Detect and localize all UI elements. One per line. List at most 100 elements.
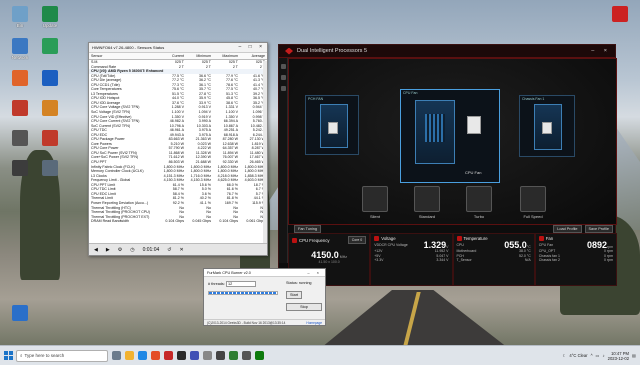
col-maximum[interactable]: Maximum xyxy=(213,54,240,59)
sensor-name: DRAM Read Bandwidth xyxy=(91,219,129,224)
hwinfo-toolbar: ◀ ▶ ⚙ ◷ 0:01:04 ↺ ✕ xyxy=(89,243,267,255)
app-icon[interactable] xyxy=(242,351,251,360)
volume-icon[interactable]: ♪ xyxy=(603,353,605,358)
desktop-icon[interactable] xyxy=(30,160,70,177)
homepage-link[interactable]: Homepage xyxy=(306,321,322,325)
reset-icon[interactable]: ↺ xyxy=(167,247,171,253)
kv-label: Chassis fan 2 xyxy=(538,257,560,262)
turbo-mode-icon xyxy=(466,186,492,212)
mode-full-speed[interactable]: Full Speed xyxy=(515,186,551,219)
fan-tuning-button[interactable]: Fan Tuning xyxy=(294,225,321,233)
close-sensors-icon[interactable]: ✕ xyxy=(179,247,183,253)
desktop-icon[interactable] xyxy=(600,6,640,22)
taskbar-search[interactable]: ⌕ Type here to search xyxy=(16,349,108,362)
clock[interactable]: 10:47 PM 2023-12-02 xyxy=(608,351,629,361)
fan-card-pch[interactable]: PCH FAN xyxy=(305,95,359,155)
app-icon xyxy=(42,6,58,22)
status-row: Status: running xyxy=(286,281,312,285)
dip5-title: Dual Intelligent Processors 5 xyxy=(297,48,368,54)
elapsed-time: 0:01:04 xyxy=(142,246,160,253)
desktop-icon[interactable]: Update xyxy=(30,6,70,28)
save-profile-button[interactable]: Save Profile xyxy=(584,225,613,233)
desktop-icon[interactable] xyxy=(30,130,70,147)
col-minimum[interactable]: Minimum xyxy=(186,54,213,59)
core-select[interactable]: Core 0 xyxy=(347,236,367,244)
app-icon xyxy=(42,100,58,116)
notifications-icon[interactable]: ▤ xyxy=(632,353,636,358)
hwinfo-titlebar[interactable]: HWiNFO64 v7.26-4800 - Sensors Status – □… xyxy=(89,43,267,53)
system-tray: ☾ 4°C Clear ^ ▭ ♪ 10:47 PM 2023-12-02 ▤ xyxy=(563,351,640,361)
col-sensor[interactable]: Sensor xyxy=(89,54,159,59)
desktop-icon[interactable] xyxy=(30,70,70,87)
app-icon xyxy=(12,100,28,116)
hwinfo-scrollbar[interactable] xyxy=(263,61,267,243)
mode-label: Turbo xyxy=(473,214,485,219)
taskbar: ⌕ Type here to search ☾ 4°C Clear ^ ▭ ♪ … xyxy=(0,345,640,365)
hwinfo-sensor-list[interactable]: S.M. 025 T 025 T 025 T 025 T Command Rate 2 T2… xyxy=(89,60,267,224)
firefox-icon[interactable] xyxy=(151,351,160,360)
kv-label: T_Sensor xyxy=(456,257,472,262)
desktop-icon[interactable] xyxy=(30,38,70,55)
desktop-icon[interactable] xyxy=(30,100,70,117)
burner-progress-bar xyxy=(208,291,278,295)
panel-title: Fan xyxy=(545,236,554,241)
status-value: running xyxy=(298,281,312,285)
stop-button[interactable]: Stop xyxy=(286,303,322,311)
app-icon xyxy=(12,130,28,146)
app-icon xyxy=(42,130,58,146)
silent-mode-icon xyxy=(362,186,388,212)
sensor-value: 0.104 Gbps xyxy=(165,219,184,224)
app-icon[interactable] xyxy=(164,351,173,360)
desktop-icon[interactable] xyxy=(0,305,40,322)
weather-text[interactable]: 4°C Clear xyxy=(569,353,587,358)
window-controls[interactable]: – × xyxy=(307,270,322,275)
file-explorer-icon[interactable] xyxy=(125,351,134,360)
hwinfo-window[interactable]: HWiNFO64 v7.26-4800 - Sensors Status – □… xyxy=(88,42,268,256)
network-icon[interactable]: ▭ xyxy=(596,353,600,358)
app-icon xyxy=(612,6,628,22)
burner-titlebar[interactable]: FurMark CPU Burner v2.0 – × xyxy=(204,269,325,277)
col-current[interactable]: Current xyxy=(159,54,186,59)
task-view-icon[interactable] xyxy=(112,351,121,360)
edge-icon[interactable] xyxy=(138,351,147,360)
start-button[interactable] xyxy=(4,351,13,360)
app-icon xyxy=(42,70,58,86)
nav-forward-icon[interactable]: ▶ xyxy=(106,247,110,253)
mode-silent[interactable]: Silent xyxy=(357,186,393,219)
cpu-burner-window[interactable]: FurMark CPU Burner v2.0 – × # threads: 1… xyxy=(203,268,326,326)
app-icon[interactable] xyxy=(216,351,225,360)
tray-overflow-icon[interactable]: ^ xyxy=(591,353,593,358)
mode-turbo[interactable]: Turbo xyxy=(461,186,497,219)
mode-label: Silent xyxy=(369,214,380,219)
dip5-titlebar[interactable]: Dual Intelligent Processors 5 – × xyxy=(279,45,615,58)
load-profile-button[interactable]: Load Profile xyxy=(553,225,582,233)
dip5-window[interactable]: Dual Intelligent Processors 5 – × PCH FA… xyxy=(278,44,617,286)
app-icon xyxy=(12,160,28,176)
app-icon[interactable] xyxy=(255,351,264,360)
mode-standard[interactable]: Standard xyxy=(409,186,445,219)
sensor-settings-icon[interactable]: ⚙ xyxy=(118,247,122,253)
sensor-row[interactable]: DRAM Read Bandwidth 0.104 Gbps 0.045 Gbps 0… xyxy=(89,219,267,224)
panel-temperature: Temperature CPU 055.0°C Motherboard 38.0 °… xyxy=(452,233,535,286)
window-controls[interactable]: – × xyxy=(591,48,611,54)
sidebar-settings-icon[interactable] xyxy=(281,75,286,80)
col-average[interactable]: Average xyxy=(240,54,267,59)
chip-icon xyxy=(328,122,338,134)
start-button[interactable]: Start xyxy=(286,291,303,299)
kv-value: N/A xyxy=(524,257,531,262)
sidebar-info-icon[interactable] xyxy=(281,86,286,91)
threads-input[interactable]: 12 xyxy=(225,281,256,287)
burner-footer: (C)2013-2014 Geeks3D - Build Nov 16 2013… xyxy=(204,319,325,325)
app-icon[interactable] xyxy=(229,351,238,360)
window-controls[interactable]: – □ × xyxy=(239,44,266,50)
sidebar-home-icon[interactable] xyxy=(281,64,286,69)
app-icon[interactable] xyxy=(190,351,199,360)
app-icon[interactable] xyxy=(203,351,212,360)
nav-back-icon[interactable]: ◀ xyxy=(94,247,98,253)
fan-card-cpu[interactable]: CPU Fan CPU Fan xyxy=(400,89,500,183)
panel-fan: Fan CPU Fan 0892rpm CPU_OPT 0 rpm Chassis … xyxy=(534,233,617,286)
fan-card-chassis-1[interactable]: Chassis Fan 1 xyxy=(519,95,575,157)
chip-icon xyxy=(542,122,552,134)
weather-icon[interactable]: ☾ xyxy=(563,353,567,358)
app-icon[interactable] xyxy=(177,351,186,360)
